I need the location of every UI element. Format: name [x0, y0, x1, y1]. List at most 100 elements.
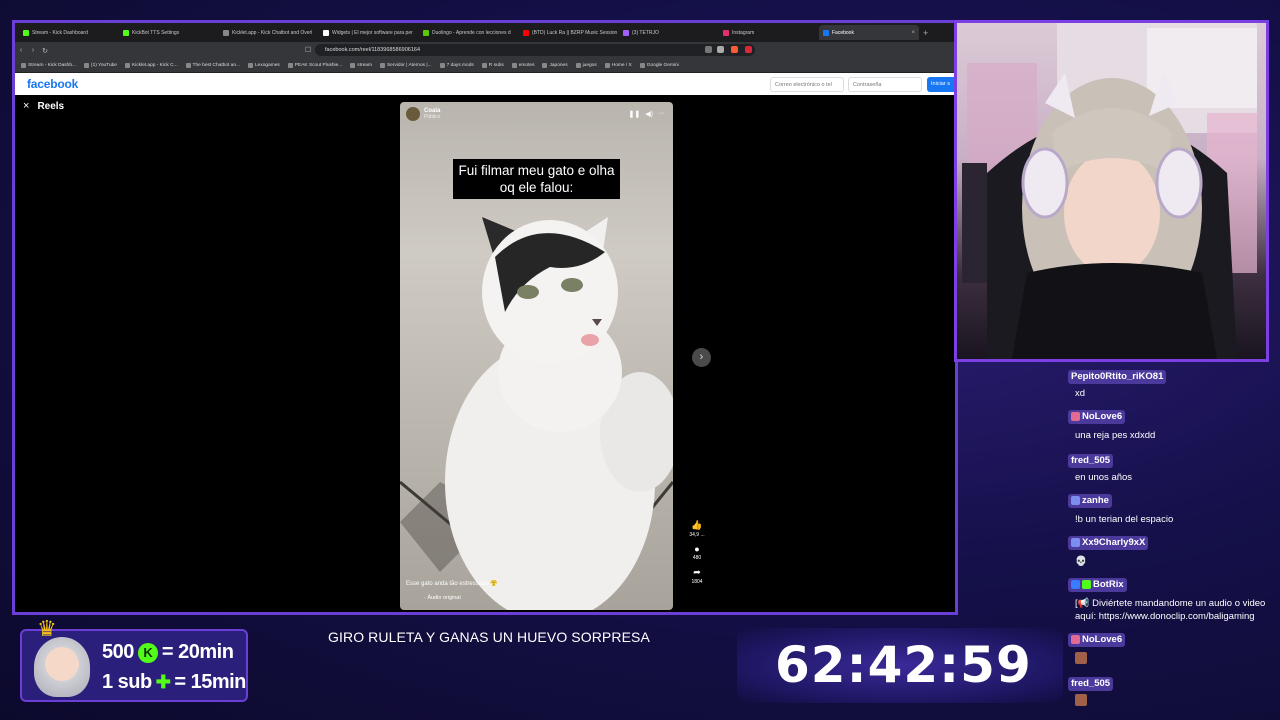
chat-badge-icon — [1071, 580, 1080, 589]
email-field[interactable]: Correo electrónico o tel — [770, 77, 844, 92]
bookmark-item[interactable]: juegos — [575, 63, 597, 68]
browser-tab[interactable]: Kicklet.app - Kick Chatbot and Overl — [219, 25, 319, 40]
chat-badge-icon — [1082, 580, 1091, 589]
chibi-face — [34, 637, 90, 697]
profile-icon[interactable] — [745, 46, 752, 53]
subathon-rules-panel: ♛ 500 K = 20min 1 sub ✚ = 15min — [20, 616, 248, 702]
new-tab-button[interactable]: + — [923, 28, 928, 38]
reel-author[interactable]: Coala Público — [406, 107, 440, 121]
browser-tab[interactable]: (3) TETRJO — [619, 25, 719, 40]
chat-username-text: Pepito0Rtito_riKO81 — [1071, 371, 1164, 382]
bookmark-item[interactable]: R subs — [481, 63, 504, 68]
chat-text — [1068, 691, 1280, 714]
download-icon[interactable] — [717, 46, 724, 53]
tab-label: (BTD) Luck Ra || BZRP Music Session — [532, 29, 618, 36]
chat-message: Pepito0Rtito_riKO81 xd — [1068, 366, 1280, 407]
bookmark-item[interactable]: 7 days mods — [439, 63, 474, 68]
password-field[interactable]: Contraseña — [848, 77, 922, 92]
bookmarks-bar: Stream - Kick Dashb... (1) YouTube Kicklet… — [15, 59, 955, 73]
comment-count: 480 — [692, 555, 702, 561]
brave-icon[interactable] — [731, 46, 738, 53]
audio-label[interactable]: · Áudio original — [424, 595, 461, 601]
bookmark-item[interactable]: Kicklet.app - Kick C... — [124, 63, 178, 68]
bookmark-item[interactable]: Lexogames — [248, 63, 280, 68]
bookmark-item[interactable]: PEAK Scout Plushie... — [287, 63, 342, 68]
extension-icon[interactable] — [705, 46, 712, 53]
chat-username[interactable]: Pepito0Rtito_riKO81 — [1068, 369, 1167, 384]
bookmark-item[interactable]: Servidor | Aternos |... — [379, 63, 432, 68]
bookmark-label: 7 days mods — [446, 63, 474, 68]
comment-button[interactable]: ● 480 — [693, 544, 701, 561]
chat-badge-icon — [1071, 635, 1080, 644]
bookmark-favicon-icon — [248, 63, 254, 68]
chat-text: 💀 — [1075, 556, 1087, 567]
forward-icon[interactable]: › — [27, 47, 39, 54]
bookmark-label: Japones — [549, 63, 568, 68]
like-button[interactable]: 👍 34,9 ... — [689, 520, 704, 538]
password-placeholder: Contraseña — [853, 82, 882, 88]
chat-text: !b un terian del espacio — [1075, 514, 1174, 525]
video-caption: Fui filmar meu gato e olha oq ele falou: — [453, 159, 620, 199]
close-icon[interactable]: × — [23, 100, 29, 112]
tab-label: Stream - Kick Dashboard — [32, 29, 88, 36]
chat-text — [1068, 649, 1280, 672]
bookmark-favicon-icon — [542, 63, 548, 68]
bookmark-item[interactable]: Japones — [542, 63, 568, 68]
favicon-icon — [223, 29, 229, 36]
bookmark-item[interactable]: The best Chatbot an... — [185, 63, 240, 68]
browser-tab[interactable]: (BTD) Luck Ra || BZRP Music Session — [519, 25, 619, 40]
next-reel-button[interactable]: › — [692, 348, 711, 367]
reel-description[interactable]: Esse gato anda tão estressado 😤 — [406, 580, 498, 587]
bookmark-item[interactable]: (1) YouTube — [83, 63, 117, 68]
bookmark-favicon-icon — [575, 63, 581, 68]
browser-tab[interactable]: Duolingo - Aprende con lecciones d — [419, 25, 519, 40]
chat-badge-icon — [1071, 538, 1080, 547]
author-avatar[interactable] — [406, 107, 420, 121]
browser-tab[interactable]: Widgets | El mejor software para per — [319, 25, 419, 40]
reload-icon[interactable]: ↻ — [39, 47, 51, 55]
chat-username[interactable]: BotRix — [1068, 577, 1127, 592]
more-icon[interactable]: ··· — [658, 110, 665, 118]
browser-tab[interactable]: KickBot TTS Settings — [119, 25, 219, 40]
pause-icon[interactable]: ❚❚ — [629, 110, 641, 118]
chat-username-text: NoLove6 — [1082, 634, 1123, 645]
chat-username[interactable]: zanhe — [1068, 493, 1112, 508]
chat-username[interactable]: fred_505 — [1068, 453, 1114, 468]
bookmark-favicon-icon — [350, 63, 356, 68]
bookmark-label: Google Gemini — [646, 63, 679, 68]
chat-emote-icon — [1075, 652, 1087, 665]
chat-message: BotRix [📢 Diviértete mandandome un audio … — [1068, 576, 1280, 630]
volume-icon[interactable]: ◀) — [645, 110, 653, 118]
bookmark-favicon-icon — [124, 63, 130, 68]
share-button[interactable]: ➦ 1804 — [691, 567, 702, 585]
chat-message: fred_505 en unos años — [1068, 450, 1280, 491]
bookmark-item[interactable]: Stream - Kick Dashb... — [21, 63, 76, 68]
favicon-icon — [323, 29, 329, 36]
login-label: Iniciar s — [931, 81, 950, 87]
browser-tab[interactable]: Instagram — [719, 25, 819, 40]
close-tab-icon[interactable]: × — [911, 30, 915, 36]
bookmark-item[interactable]: Home / X — [604, 63, 632, 68]
tab-label: Instagram — [732, 29, 755, 36]
chat-message: NoLove6 — [1068, 631, 1280, 672]
facebook-header: facebook Correo electrónico o tel Contra… — [15, 73, 955, 95]
back-icon[interactable]: ‹ — [15, 47, 27, 54]
chat-username[interactable]: fred_505 — [1068, 676, 1114, 691]
chat-message: fred_505 — [1068, 673, 1280, 714]
chat-username[interactable]: NoLove6 — [1068, 409, 1126, 424]
bookmark-favicon-icon — [511, 63, 517, 68]
bookmark-item[interactable]: emotes — [511, 63, 534, 68]
browser-tab[interactable]: Stream - Kick Dashboard — [19, 25, 119, 40]
bookmark-item[interactable]: stream — [350, 63, 372, 68]
bookmark-item[interactable]: Google Gemini — [639, 63, 679, 68]
bookmark-label: R subs — [488, 63, 504, 68]
bookmark-icon[interactable]: ☐ — [305, 46, 311, 54]
chat-username[interactable]: Xx9Charly9xX — [1068, 535, 1149, 550]
bookmark-label: Home / X — [611, 63, 632, 68]
browser-tab[interactable]: Facebook × — [819, 25, 919, 40]
url-bar[interactable]: ☐ facebook.com/reel/1183968586906164 — [305, 44, 755, 56]
webcam-feed — [954, 20, 1269, 362]
chat-username[interactable]: NoLove6 — [1068, 632, 1126, 647]
facebook-logo[interactable]: facebook — [27, 77, 78, 91]
reel-video[interactable]: Coala Público ❚❚ ◀) ··· Fui filmar meu g… — [400, 102, 673, 610]
